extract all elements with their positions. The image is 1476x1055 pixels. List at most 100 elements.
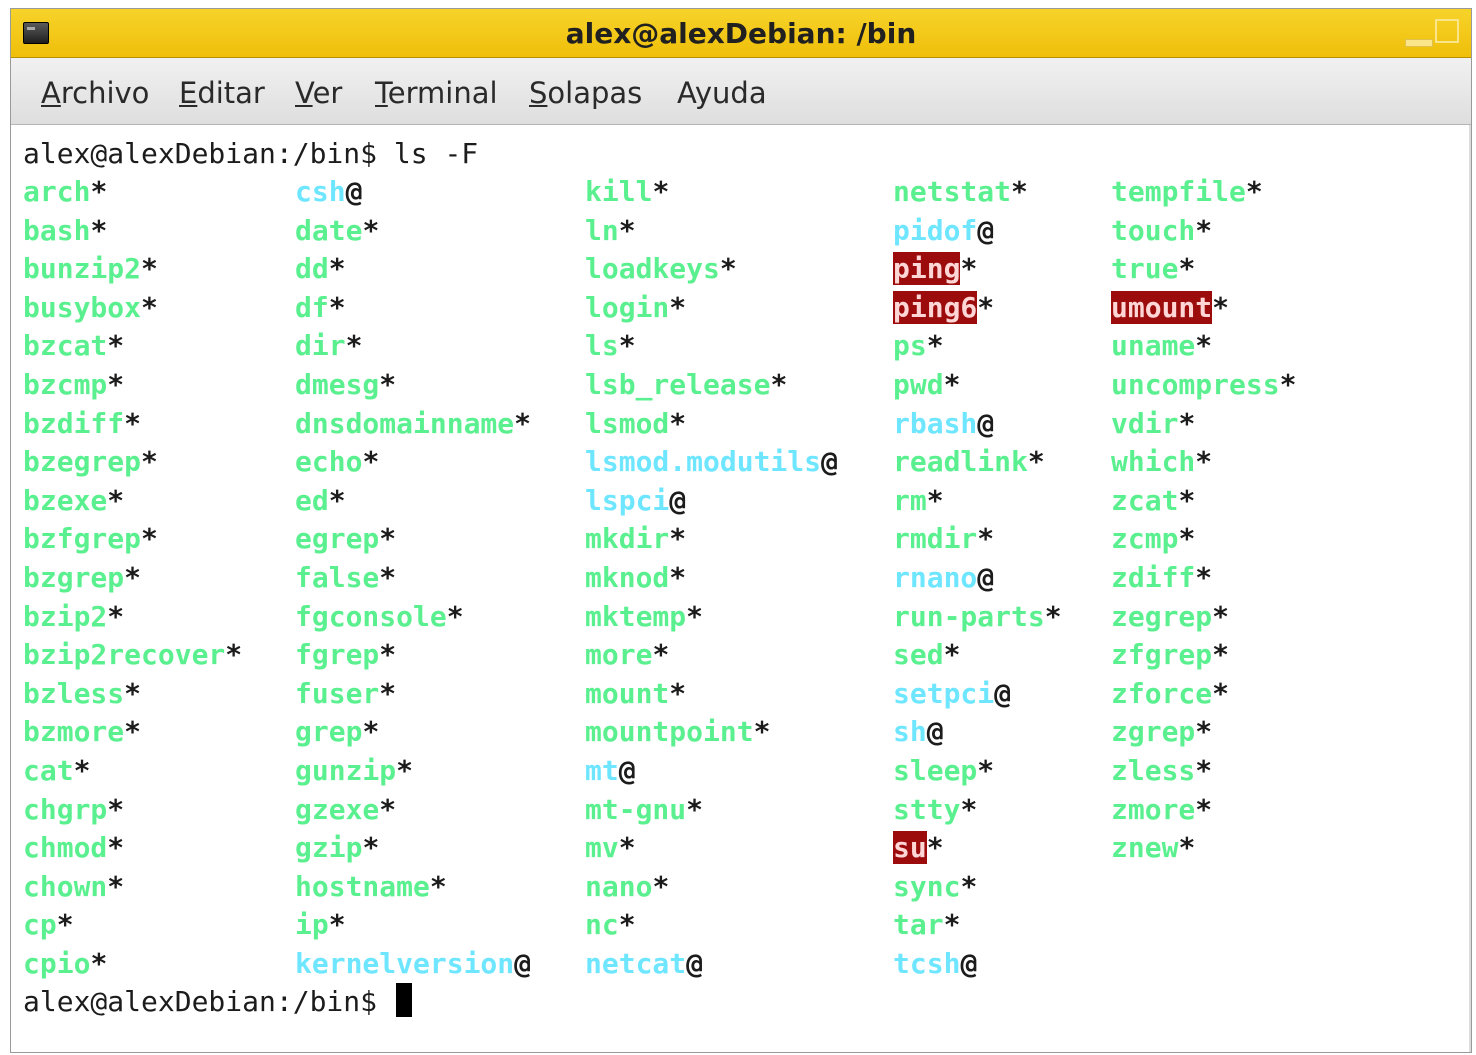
file-type-suffix: *	[107, 831, 125, 865]
file-type-suffix: *	[977, 290, 995, 324]
file-entry: true*	[1111, 250, 1195, 288]
file-type-suffix: *	[1195, 754, 1213, 787]
file-entry: df*	[295, 289, 346, 327]
file-entry: dir*	[295, 327, 362, 365]
file-entry: bzfgrep*	[23, 520, 158, 558]
file-type-suffix: *	[1195, 445, 1213, 479]
file-type-suffix: *	[429, 869, 447, 903]
file-name: bunzip2	[23, 252, 142, 286]
file-type-suffix: *	[107, 368, 125, 401]
file-type-suffix: *	[977, 522, 995, 556]
file-entry: nc*	[585, 906, 636, 944]
file-entry: ln*	[585, 212, 636, 250]
file-type-suffix: *	[362, 715, 380, 749]
file-entry: egrep*	[295, 520, 396, 558]
file-entry: date*	[295, 212, 379, 250]
file-name: chgrp	[23, 792, 108, 826]
file-entry: gunzip*	[295, 752, 413, 790]
file-name: cpio	[23, 947, 91, 980]
menu-editar[interactable]: Editar	[179, 76, 265, 110]
file-type-suffix: *	[90, 175, 108, 208]
file-type-suffix: *	[926, 483, 944, 517]
file-name: pidof	[893, 213, 978, 247]
file-name: gzip	[295, 831, 363, 865]
file-name: busybox	[23, 290, 142, 324]
file-entry: lspci@	[585, 482, 686, 520]
file-name: tempfile	[1111, 175, 1246, 208]
file-type-suffix: *	[618, 831, 636, 865]
file-name: zgrep	[1111, 715, 1196, 749]
scrollbar[interactable]	[1469, 125, 1471, 1052]
file-entry: bzip2recover*	[23, 636, 242, 674]
file-entry: false*	[295, 559, 396, 597]
file-name: login	[585, 290, 670, 324]
file-entry: lsb_release*	[585, 366, 787, 404]
menu-label: erminal	[387, 76, 498, 110]
file-entry: readlink*	[893, 443, 1045, 481]
file-type-suffix: *	[379, 561, 397, 594]
file-type-suffix: *	[124, 676, 142, 710]
file-type-suffix: @	[994, 676, 1012, 710]
file-entry: dmesg*	[295, 366, 396, 404]
file-name: bzfgrep	[23, 522, 142, 556]
file-name: ps	[893, 329, 927, 363]
file-name: zegrep	[1111, 599, 1213, 633]
file-name: cat	[23, 754, 74, 787]
file-type-suffix: @	[514, 947, 532, 980]
text-cursor	[395, 983, 412, 1017]
file-name: setpci	[893, 676, 995, 710]
file-name: rnano	[893, 561, 978, 594]
file-entry: run-parts*	[893, 598, 1062, 636]
menu-ver[interactable]: Ver	[295, 76, 342, 110]
file-type-suffix: *	[1011, 175, 1028, 208]
file-entry: loadkeys*	[585, 250, 737, 288]
minimize-button[interactable]	[1405, 39, 1433, 47]
file-entry: kernelversion@	[295, 945, 531, 983]
menu-terminal[interactable]: Terminal	[375, 76, 498, 110]
file-entry: chgrp*	[23, 791, 124, 829]
file-name: df	[295, 290, 329, 324]
file-name: which	[1111, 445, 1196, 479]
file-type-suffix: *	[669, 290, 687, 324]
file-type-suffix: *	[652, 869, 670, 903]
terminal-output[interactable]: alex@alexDebian:/bin$ ls -F alex@alexDeb…	[11, 125, 1471, 1052]
file-type-suffix: *	[1195, 715, 1213, 749]
file-name: bzless	[23, 676, 125, 710]
file-entry: zegrep*	[1111, 598, 1229, 636]
file-entry: zmore*	[1111, 791, 1212, 829]
file-type-suffix: @	[926, 715, 944, 749]
file-name: gunzip	[295, 754, 397, 787]
file-name: bzmore	[23, 715, 125, 749]
file-name: ping6	[893, 290, 978, 324]
file-name: rm	[893, 483, 927, 517]
menu-bar: Archivo Editar Ver Terminal Solapas Ayud…	[11, 58, 1471, 125]
menu-archivo[interactable]: Archivo	[41, 76, 149, 110]
file-name: dd	[295, 252, 329, 286]
file-entry: ping*	[893, 250, 977, 288]
menu-solapas[interactable]: Solapas	[529, 76, 642, 110]
file-entry: zfgrep*	[1111, 636, 1229, 674]
terminal-window: alex@alexDebian: /bin Archivo Editar Ver…	[10, 8, 1472, 1053]
file-name: ls	[585, 329, 619, 363]
file-type-suffix: *	[669, 561, 687, 594]
file-name: readlink	[893, 445, 1028, 479]
file-entry: zforce*	[1111, 675, 1229, 713]
file-name: zless	[1111, 754, 1196, 787]
restore-button[interactable]	[1435, 19, 1459, 43]
file-entry: mt@	[585, 752, 636, 790]
file-type-suffix: *	[107, 599, 125, 633]
file-entry: mknod*	[585, 559, 686, 597]
file-type-suffix: *	[686, 792, 704, 826]
file-type-suffix: *	[926, 831, 944, 865]
file-name: chown	[23, 869, 108, 903]
file-name: lsb_release	[585, 368, 771, 401]
file-type-suffix: *	[124, 406, 142, 440]
file-type-suffix: *	[652, 638, 670, 672]
menu-ayuda[interactable]: Ayuda	[677, 76, 767, 110]
file-entry: netstat*	[893, 173, 1028, 211]
file-entry: chown*	[23, 868, 124, 906]
title-bar[interactable]: alex@alexDebian: /bin	[11, 9, 1471, 58]
file-name: sh	[893, 715, 927, 749]
file-type-suffix: *	[396, 754, 414, 787]
file-name: vdir	[1111, 406, 1179, 440]
